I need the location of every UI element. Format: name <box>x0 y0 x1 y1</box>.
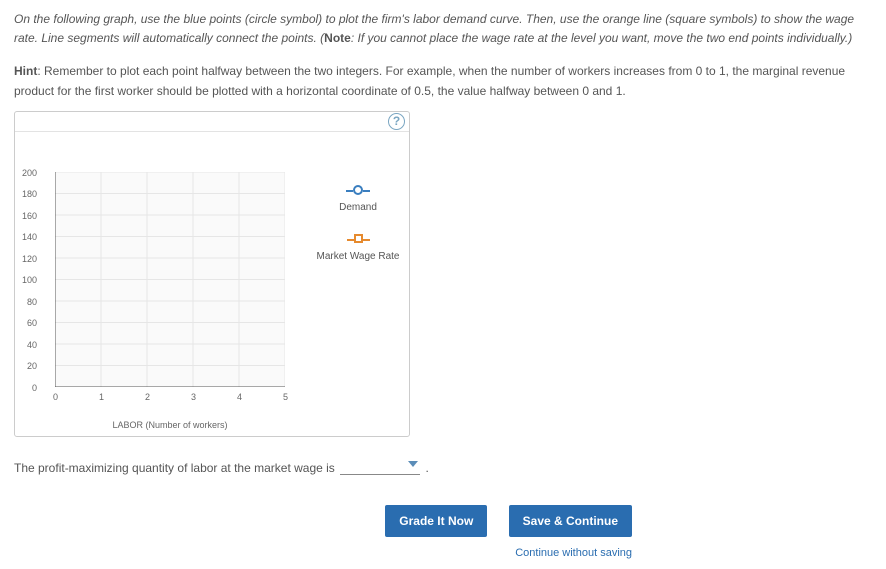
graph-toolbar: ? <box>15 112 409 132</box>
graph-panel: ? WAGE (Dollars per worker) <box>14 111 410 437</box>
question-row: The profit-maximizing quantity of labor … <box>14 459 872 475</box>
square-icon <box>354 234 363 243</box>
legend-demand[interactable]: Demand <box>315 184 401 213</box>
legend-wage-label: Market Wage Rate <box>315 251 401 262</box>
save-continue-button[interactable]: Save & Continue <box>509 505 632 537</box>
circle-icon <box>353 185 363 195</box>
instructions-text: On the following graph, use the blue poi… <box>14 10 872 48</box>
hint-text: Hint: Remember to plot each point halfwa… <box>14 62 872 100</box>
question-prefix: The profit-maximizing quantity of labor … <box>14 461 338 475</box>
chart-legend: Demand Market Wage Rate <box>315 184 401 282</box>
legend-demand-label: Demand <box>315 202 401 213</box>
legend-wage-rate[interactable]: Market Wage Rate <box>315 233 401 262</box>
instruction-note-bold: Note <box>324 31 351 45</box>
plot-area[interactable] <box>55 172 285 387</box>
continue-link-row: Continue without saving <box>14 545 872 559</box>
quantity-dropdown[interactable] <box>340 459 420 475</box>
hint-body: : Remember to plot each point halfway be… <box>14 64 845 97</box>
instruction-part2: : If you cannot place the wage rate at t… <box>351 31 852 45</box>
x-axis-label: LABOR (Number of workers) <box>55 420 285 430</box>
button-bar: Grade It Now Save & Continue <box>14 505 872 537</box>
hint-bold: Hint <box>14 64 37 78</box>
chevron-down-icon <box>408 461 418 467</box>
grade-button[interactable]: Grade It Now <box>385 505 487 537</box>
graph-body[interactable]: WAGE (Dollars per worker) <box>15 132 409 436</box>
help-icon[interactable]: ? <box>388 113 405 130</box>
question-suffix: . <box>425 461 428 475</box>
continue-without-saving-link[interactable]: Continue without saving <box>515 547 632 559</box>
